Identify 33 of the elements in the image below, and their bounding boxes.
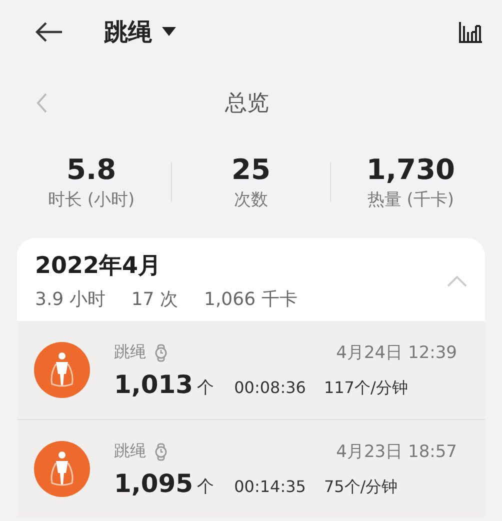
record-unit: 个 — [197, 377, 214, 399]
stat-value: 1,730 — [366, 153, 455, 186]
record-rate: 117个/分钟 — [324, 378, 408, 399]
stat-value: 5.8 — [66, 153, 116, 186]
page-title[interactable]: 跳绳 — [104, 16, 152, 48]
overview-title: 总览 — [224, 90, 270, 118]
back-icon[interactable] — [34, 21, 64, 43]
record-name: 跳绳 — [114, 342, 146, 363]
record-duration: 00:08:36 — [234, 378, 306, 397]
stat-value: 25 — [232, 153, 270, 186]
stat-label: 时长 (小时) — [48, 189, 135, 211]
record-duration: 00:14:35 — [234, 477, 306, 496]
record-row[interactable]: 跳绳 4月24日 12:39 1,013 个 00:08:36 117个/分钟 — [17, 321, 485, 419]
watch-icon — [154, 442, 168, 460]
record-name: 跳绳 — [114, 441, 146, 462]
month-summary: 17 次 — [131, 288, 178, 311]
record-datetime: 4月24日 12:39 — [336, 342, 457, 364]
month-summary: 1,066 千卡 — [204, 288, 298, 311]
record-datetime: 4月23日 18:57 — [336, 441, 457, 463]
month-title: 2022年4月 — [35, 252, 162, 281]
record-unit: 个 — [197, 476, 214, 498]
stat-label: 次数 — [234, 189, 268, 211]
stat-label: 热量 (千卡) — [367, 189, 454, 211]
jump-rope-icon — [34, 441, 90, 497]
month-summary: 3.9 小时 — [35, 288, 106, 311]
dropdown-icon[interactable] — [162, 27, 176, 37]
jump-rope-icon — [34, 342, 90, 398]
bar-chart-icon[interactable] — [458, 20, 484, 44]
record-count: 1,095 — [114, 469, 194, 498]
record-row[interactable]: 跳绳 4月23日 18:57 1,095 个 00:14:35 75个/分钟 — [17, 419, 485, 518]
watch-icon — [154, 344, 168, 362]
record-rate: 75个/分钟 — [324, 477, 398, 498]
record-count: 1,013 — [114, 370, 194, 399]
